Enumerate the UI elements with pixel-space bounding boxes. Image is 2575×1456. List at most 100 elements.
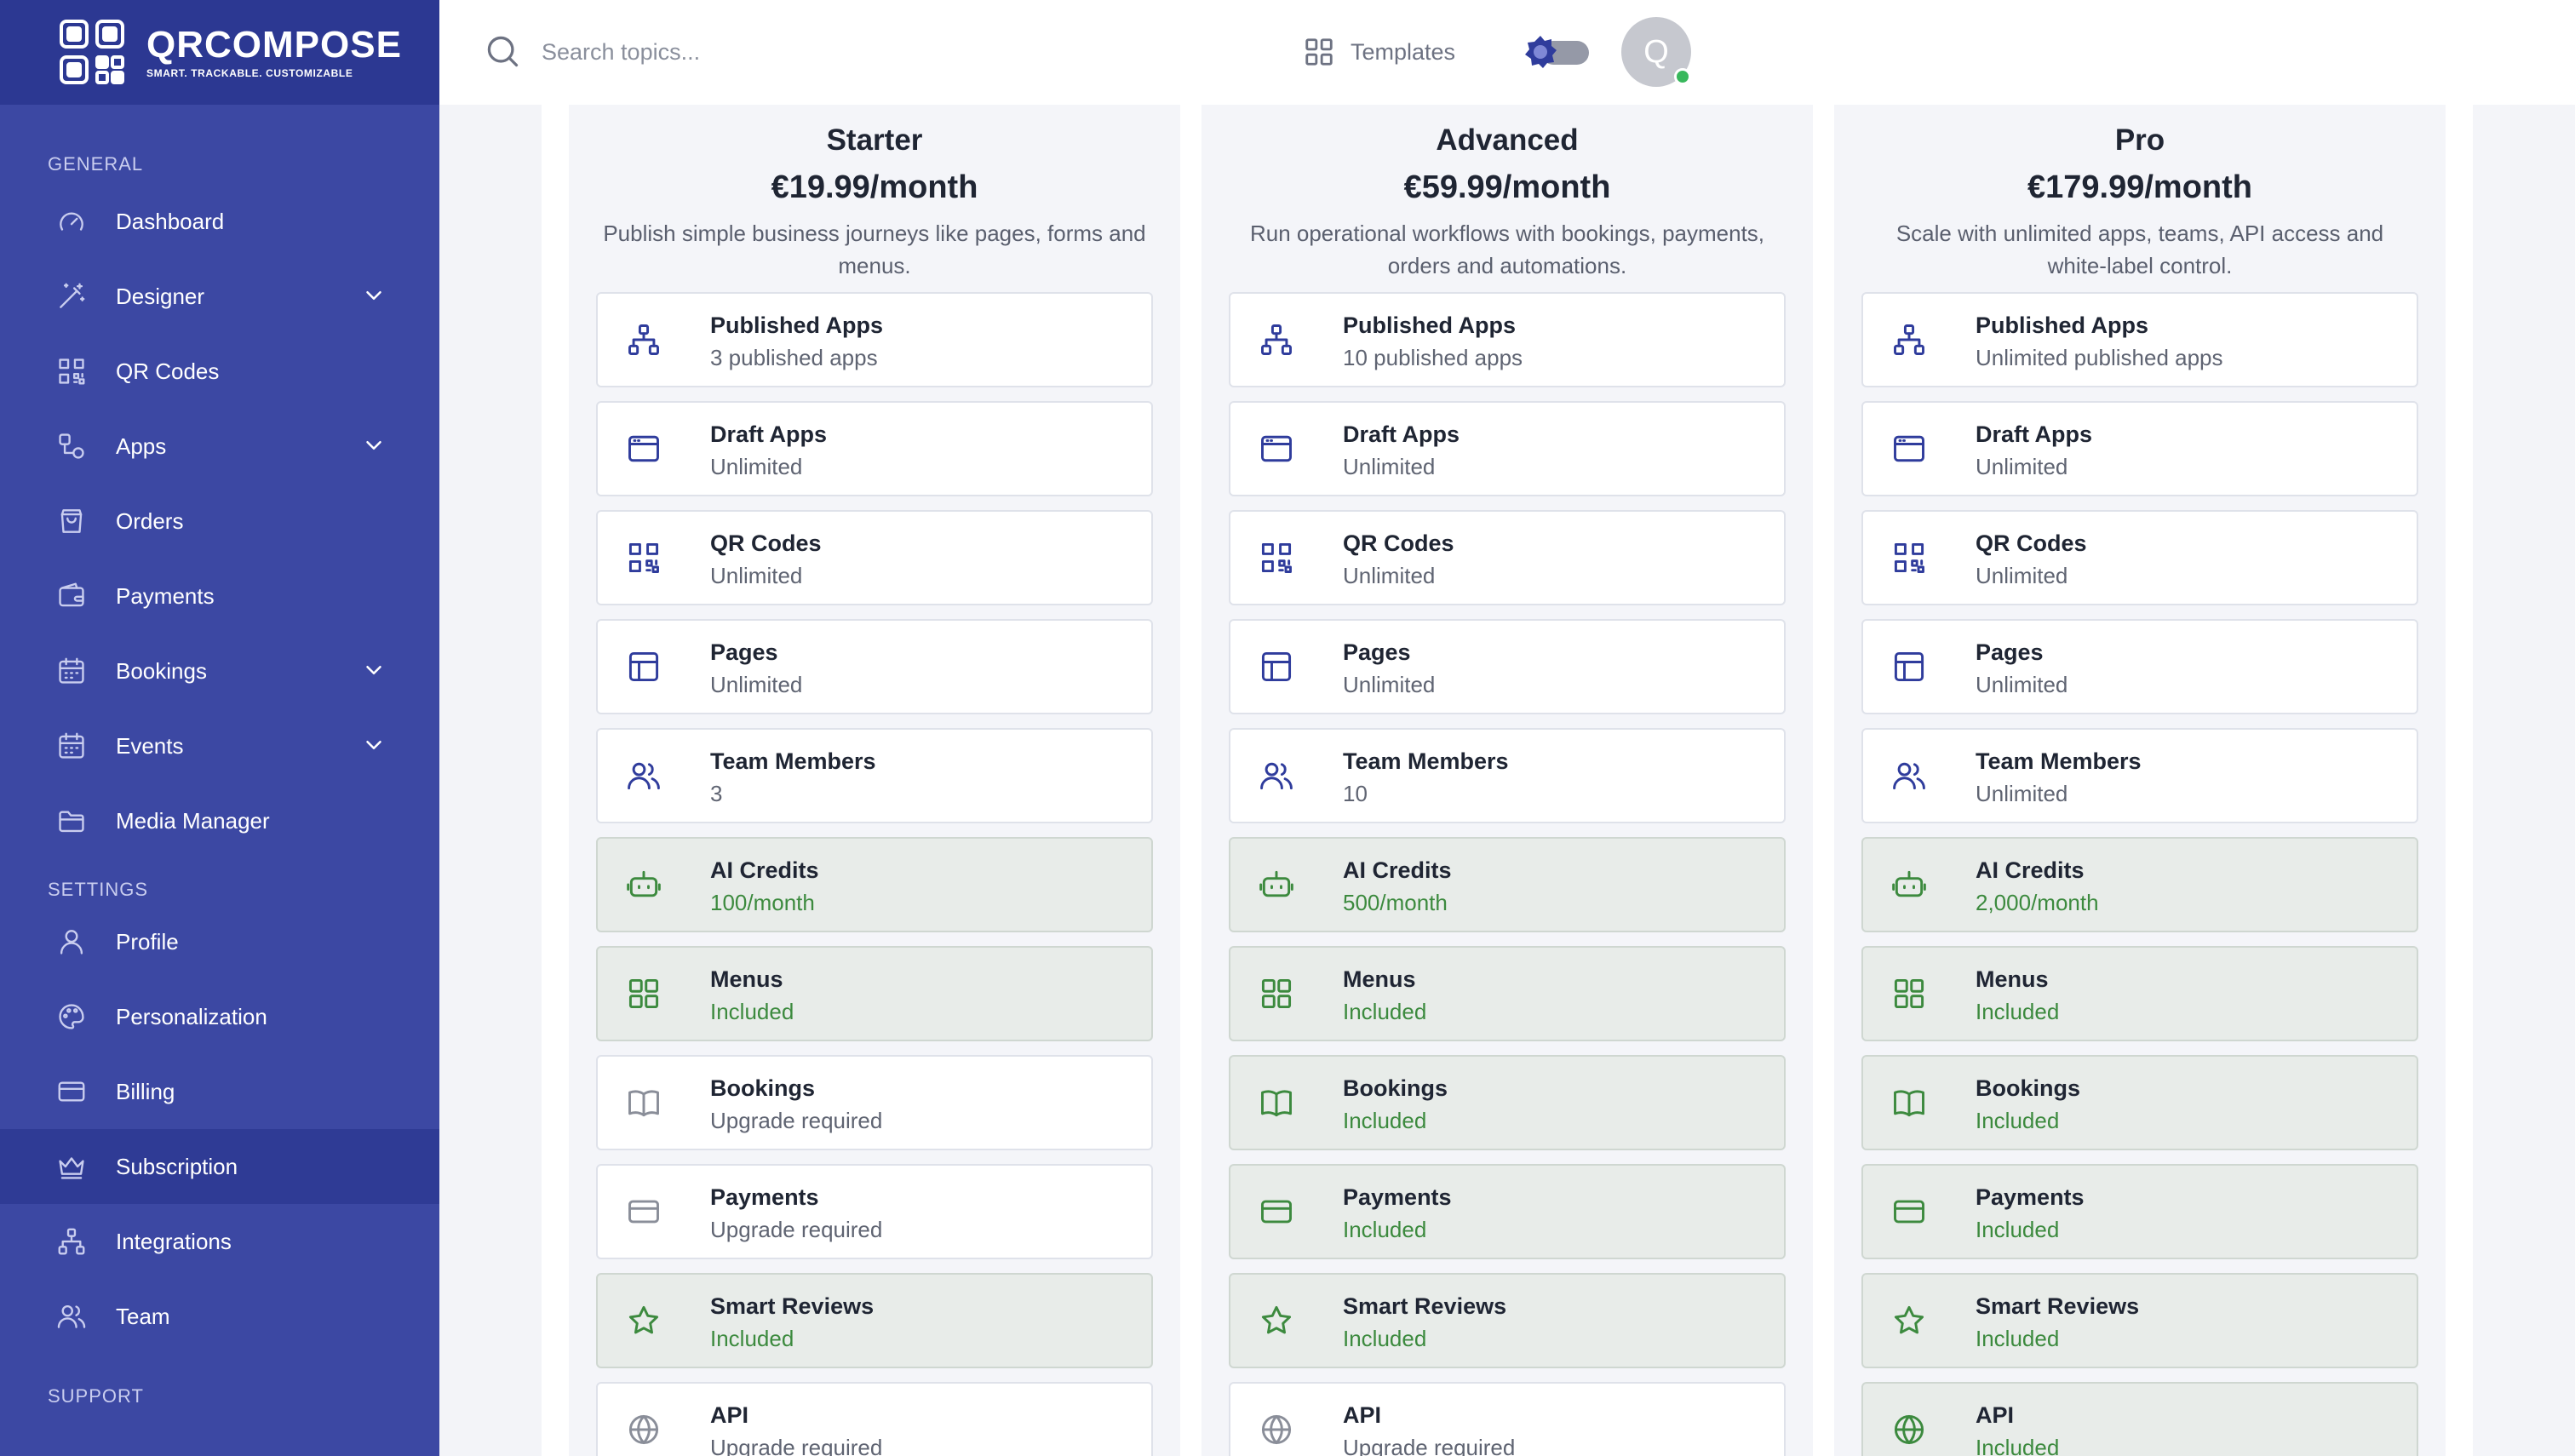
next-plan-edge: [2473, 105, 2510, 1456]
plan-card-pro: Pro €179.99/month Scale with unlimited a…: [1834, 105, 2446, 1456]
folder-icon: [54, 804, 89, 838]
sidebar-item-profile[interactable]: Profile: [0, 904, 439, 979]
sidebar-item-events[interactable]: Events: [0, 708, 439, 783]
feature-value: Included: [1976, 1326, 2060, 1351]
sidebar-item-label: Team: [116, 1303, 170, 1329]
feature-text: AI Credits 100/month: [710, 854, 819, 919]
feature-text: Payments Included: [1343, 1181, 1452, 1246]
feature-value: 500/month: [1343, 890, 1448, 915]
feature-text: Bookings Upgrade required: [710, 1072, 882, 1137]
feature-smart-reviews: Smart Reviews Included: [596, 1273, 1153, 1368]
feature-payments: Payments Included: [1861, 1164, 2418, 1259]
plan-features: Published Apps Unlimited published apps Dr…: [1861, 292, 2418, 1456]
feature-bookings: Bookings Included: [1861, 1055, 2418, 1150]
palette-icon: [54, 1000, 89, 1034]
feature-value: Included: [1976, 999, 2060, 1024]
templates-label: Templates: [1351, 38, 1456, 65]
avatar[interactable]: Q: [1621, 17, 1691, 87]
brand-tagline: SMART. TRACKABLE. CUSTOMIZABLE: [146, 66, 353, 79]
feature-text: Menus Included: [1976, 963, 2059, 1028]
feature-title: Bookings: [710, 1075, 816, 1101]
sidebar-item-qr-codes[interactable]: QR Codes: [0, 334, 439, 409]
feature-value: Included: [1976, 1108, 2060, 1133]
feature-value: 10 published apps: [1343, 345, 1523, 370]
chevron-down-icon[interactable]: [361, 283, 387, 308]
sidebar-item-media-manager[interactable]: Media Manager: [0, 783, 439, 858]
sidebar-item-label: Payments: [116, 582, 215, 609]
sidebar-item-team[interactable]: Team: [0, 1279, 439, 1354]
apps-icon: [54, 429, 89, 463]
sidebar-item-subscription[interactable]: Subscription: [0, 1129, 439, 1204]
feature-value: Included: [1343, 1326, 1427, 1351]
feature-text: API Upgrade required: [1343, 1399, 1515, 1456]
feature-payments: Payments Included: [1229, 1164, 1786, 1259]
sidebar-item-payments[interactable]: Payments: [0, 559, 439, 633]
feature-value: Unlimited: [1976, 781, 2068, 806]
theme-toggle[interactable]: [1519, 31, 1597, 73]
feature-draft-apps: Draft Apps Unlimited: [1229, 401, 1786, 496]
sidebar-item-label: QR Codes: [116, 358, 220, 384]
robot-icon: [1890, 866, 1928, 903]
feature-api: API Upgrade required: [596, 1382, 1153, 1456]
sidebar-item-label: Events: [116, 732, 184, 759]
feature-value: Unlimited: [1343, 672, 1436, 697]
feature-menus: Menus Included: [596, 946, 1153, 1041]
chevron-down-icon[interactable]: [361, 433, 387, 458]
qr-code-icon: [1890, 539, 1928, 576]
feature-title: Payments: [1976, 1184, 2085, 1210]
plan-features: Published Apps 3 published apps Draft Apps…: [596, 292, 1153, 1456]
feature-title: Payments: [1343, 1184, 1452, 1210]
search-input[interactable]: [542, 31, 1138, 73]
sun-icon: [1525, 36, 1557, 68]
brand-name: QRCOMPOSE: [146, 23, 402, 66]
feature-value: Upgrade required: [710, 1435, 883, 1456]
feature-title: QR Codes: [1343, 530, 1454, 556]
globe-icon: [1890, 1411, 1928, 1448]
wallet-icon: [54, 579, 89, 613]
sidebar-item-integrations[interactable]: Integrations: [0, 1204, 439, 1279]
grid-icon: [1890, 975, 1928, 1012]
sidebar-item-designer[interactable]: Designer: [0, 259, 439, 334]
feature-title: Team Members: [710, 748, 876, 774]
nav-section-support: SUPPORT: [48, 1385, 144, 1407]
feature-text: Published Apps 10 published apps: [1343, 309, 1523, 374]
sidebar-item-dashboard[interactable]: Dashboard: [0, 184, 439, 259]
sidebar-item-label: Orders: [116, 507, 184, 534]
calendar-icon: [54, 729, 89, 763]
qr-code-icon: [625, 539, 662, 576]
gauge-icon: [54, 204, 89, 238]
feature-value: Unlimited: [710, 672, 803, 697]
feature-title: AI Credits: [1343, 857, 1452, 883]
pricing-panel: Starter €19.99/month Publish simple busi…: [542, 105, 2510, 1456]
sidebar-item-billing[interactable]: Billing: [0, 1054, 439, 1129]
feature-title: Pages: [1343, 639, 1411, 665]
feature-title: Pages: [710, 639, 778, 665]
chevron-down-icon[interactable]: [361, 657, 387, 683]
sidebar-item-apps[interactable]: Apps: [0, 409, 439, 484]
feature-title: Team Members: [1343, 748, 1509, 774]
sidebar-item-bookings[interactable]: Bookings: [0, 633, 439, 708]
sidebar-item-label: Dashboard: [116, 208, 225, 234]
feature-team-members: Team Members 10: [1229, 728, 1786, 823]
feature-title: Menus: [1343, 966, 1416, 992]
brand-logo-icon: [60, 19, 124, 84]
avatar-initial: Q: [1643, 33, 1669, 70]
templates-button[interactable]: Templates: [1303, 34, 1455, 70]
main-content: Starter €19.99/month Publish simple busi…: [439, 105, 2575, 1456]
crown-icon: [54, 1149, 89, 1184]
brand-header[interactable]: QRCOMPOSE SMART. TRACKABLE. CUSTOMIZABLE: [0, 0, 439, 105]
sitemap-icon: [1258, 321, 1295, 358]
grid-icon: [1258, 975, 1295, 1012]
sidebar-item-label: Integrations: [116, 1228, 232, 1254]
feature-text: Pages Unlimited: [1343, 636, 1435, 701]
sidebar-item-label: Subscription: [116, 1153, 238, 1179]
plan-description: Publish simple business journeys like pa…: [603, 221, 1146, 278]
feature-qr-codes: QR Codes Unlimited: [596, 510, 1153, 605]
feature-published-apps: Published Apps Unlimited published apps: [1861, 292, 2418, 387]
feature-pages: Pages Unlimited: [1861, 619, 2418, 714]
feature-value: Unlimited: [1976, 672, 2068, 697]
credit-card-icon: [1890, 1193, 1928, 1230]
chevron-down-icon[interactable]: [361, 732, 387, 758]
sidebar-item-personalization[interactable]: Personalization: [0, 979, 439, 1054]
sidebar-item-orders[interactable]: Orders: [0, 484, 439, 559]
